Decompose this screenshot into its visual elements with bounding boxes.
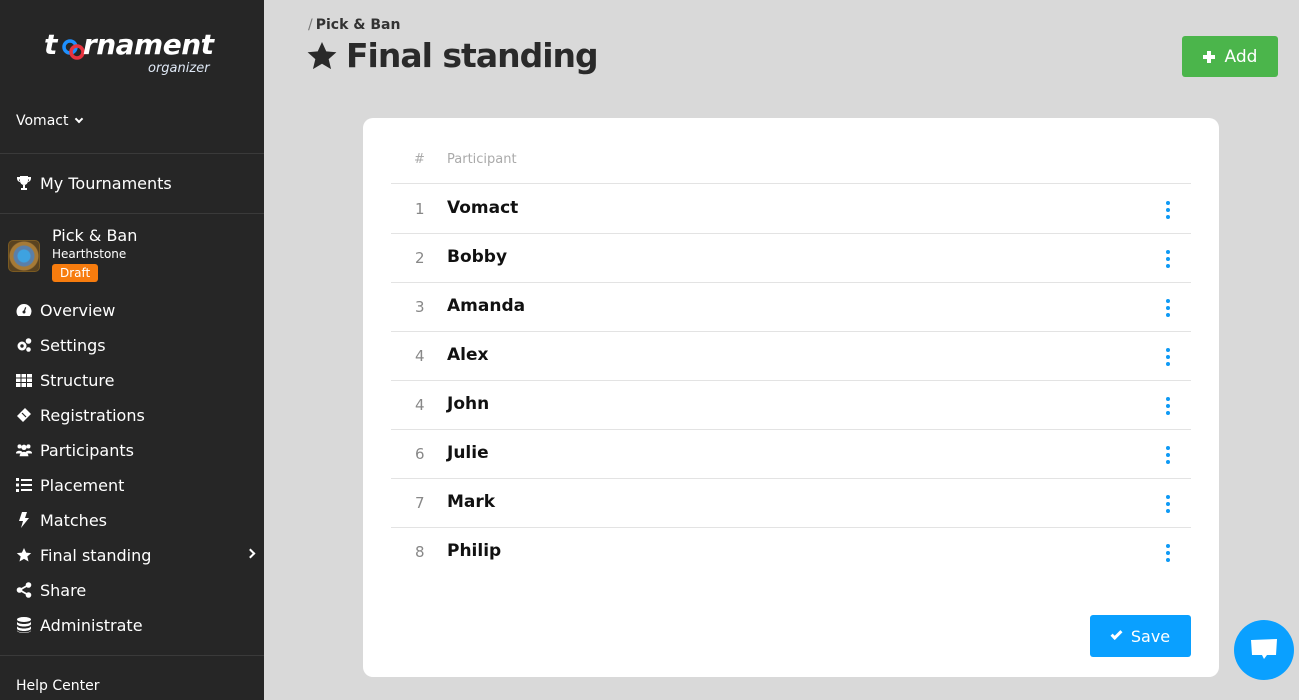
table-row: 2 Bobby — [391, 234, 1191, 283]
dashboard-icon — [16, 302, 32, 318]
user-menu[interactable]: Vomact — [16, 113, 84, 129]
nav-label: Share — [40, 580, 87, 600]
grid-icon — [16, 372, 32, 388]
row-menu-icon[interactable] — [1163, 397, 1173, 415]
sidebar-item-structure[interactable]: Structure — [16, 368, 256, 392]
rank-cell: 8 — [415, 543, 425, 561]
participant-name: John — [447, 394, 490, 414]
ordered-list-icon — [16, 477, 32, 493]
nav-label: Administrate — [40, 615, 143, 635]
row-menu-icon[interactable] — [1163, 495, 1173, 513]
sidebar-item-settings[interactable]: Settings — [16, 333, 256, 357]
tournament-name: Pick & Ban — [52, 226, 138, 245]
star-icon — [307, 41, 337, 69]
participant-name: Vomact — [447, 198, 519, 218]
participant-name: Bobby — [447, 247, 508, 267]
sidebar-item-administrate[interactable]: Administrate — [16, 613, 256, 637]
rank-cell: 7 — [415, 494, 425, 512]
nav-label: Structure — [40, 370, 115, 390]
logo-subtext: organizer — [148, 61, 210, 76]
tournament-game: Hearthstone — [52, 247, 127, 261]
rank-cell: 3 — [415, 298, 425, 316]
table-row: 3 Amanda — [391, 283, 1191, 332]
database-icon — [16, 617, 32, 633]
table-header: # Participant — [391, 152, 1191, 184]
row-menu-icon[interactable] — [1163, 299, 1173, 317]
nav-label: Participants — [40, 440, 134, 460]
ticket-icon — [16, 407, 32, 423]
table-row: 7 Mark — [391, 479, 1191, 528]
check-icon — [1110, 627, 1123, 641]
column-header-participant: Participant — [447, 152, 517, 167]
nav-my-tournaments[interactable]: My Tournaments — [16, 171, 256, 195]
add-button-label: Add — [1224, 46, 1258, 67]
standings-card: # Participant 1 Vomact 2 Bobby 3 Amanda 4 Alex 4… — [363, 118, 1219, 677]
row-menu-icon[interactable] — [1163, 446, 1173, 464]
table-row: 8 Philip — [391, 528, 1191, 577]
sidebar-item-registrations[interactable]: Registrations — [16, 403, 256, 427]
help-center-link[interactable]: Help Center — [16, 678, 100, 694]
table-row: 1 Vomact — [391, 185, 1191, 234]
breadcrumb-separator: / — [308, 17, 313, 33]
add-button[interactable]: Add — [1182, 36, 1278, 77]
sidebar-item-overview[interactable]: Overview — [16, 298, 256, 322]
gears-icon — [16, 337, 32, 353]
row-menu-icon[interactable] — [1163, 201, 1173, 219]
nav-label: My Tournaments — [40, 173, 172, 193]
chat-widget-button[interactable] — [1234, 620, 1294, 680]
table-row: 4 John — [391, 381, 1191, 430]
nav-label: Matches — [40, 510, 107, 530]
participant-name: Philip — [447, 541, 502, 561]
chevron-down-icon — [75, 114, 84, 123]
hearthstone-icon — [8, 240, 40, 272]
row-menu-icon[interactable] — [1163, 544, 1173, 562]
sidebar-item-final-standing[interactable]: Final standing — [16, 543, 256, 567]
save-button[interactable]: Save — [1090, 615, 1191, 657]
row-menu-icon[interactable] — [1163, 348, 1173, 366]
rank-cell: 4 — [415, 347, 425, 365]
page-title: Final standing — [306, 36, 599, 75]
nav-label: Registrations — [40, 405, 145, 425]
rank-cell: 4 — [415, 396, 425, 414]
participant-name: Mark — [447, 492, 496, 512]
breadcrumb: / Pick & Ban — [308, 17, 400, 33]
nav-label: Overview — [40, 300, 116, 320]
table-row: 4 Alex — [391, 332, 1191, 381]
sidebar-item-participants[interactable]: Participants — [16, 438, 256, 462]
save-button-label: Save — [1130, 626, 1171, 646]
column-header-rank: # — [414, 152, 425, 167]
sidebar: t rnament organizer Vomact My Tournaments… — [0, 0, 264, 700]
sidebar-item-share[interactable]: Share — [16, 578, 256, 602]
nav-label: Placement — [40, 475, 125, 495]
users-icon — [16, 442, 32, 458]
bolt-icon — [16, 512, 32, 528]
divider — [0, 213, 264, 214]
rank-cell: 6 — [415, 445, 425, 463]
table-row: 6 Julie — [391, 430, 1191, 479]
sidebar-item-placement[interactable]: Placement — [16, 473, 256, 497]
participant-name: Amanda — [447, 296, 526, 316]
rank-cell: 1 — [415, 200, 425, 218]
logo[interactable]: t rnament organizer — [44, 28, 224, 78]
nav-label: Settings — [40, 335, 106, 355]
plus-icon — [1202, 50, 1215, 63]
row-menu-icon[interactable] — [1163, 250, 1173, 268]
sidebar-item-matches[interactable]: Matches — [16, 508, 256, 532]
participant-name: Julie — [447, 443, 489, 463]
divider — [0, 153, 264, 154]
star-icon — [16, 547, 32, 563]
logo-text: t rnament — [44, 28, 214, 61]
chevron-right-icon — [245, 548, 256, 559]
chat-bubble-icon — [1251, 639, 1277, 659]
page-title-text: Final standing — [346, 36, 599, 75]
trophy-icon — [16, 175, 32, 191]
share-icon — [16, 582, 32, 598]
rank-cell: 2 — [415, 249, 425, 267]
user-name: Vomact — [16, 113, 69, 129]
nav-label: Final standing — [40, 545, 152, 565]
participant-name: Alex — [447, 345, 489, 365]
status-badge: Draft — [52, 264, 99, 282]
breadcrumb-item[interactable]: Pick & Ban — [316, 17, 401, 33]
divider — [0, 655, 264, 656]
